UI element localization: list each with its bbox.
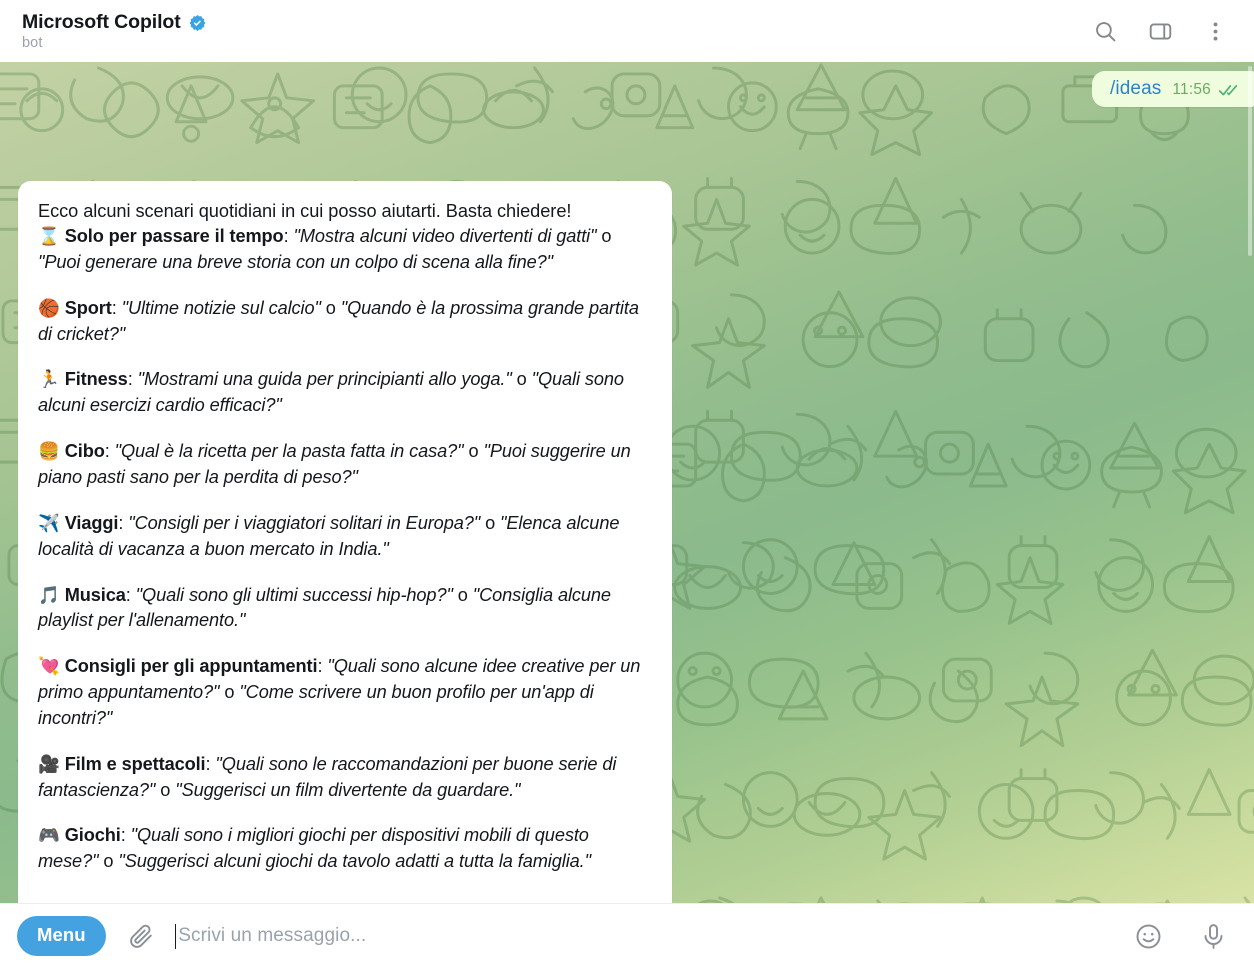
idea-example-quote: "Quali sono gli ultimi successi hip-hop?…	[135, 584, 453, 605]
page-title: Microsoft Copilot	[22, 11, 181, 33]
incoming-message-bubble[interactable]: Ecco alcuni scenari quotidiani in cui po…	[18, 181, 672, 903]
hourglass-emoji: ⌛	[38, 226, 60, 247]
ideas-list: ⌛ Solo per passare il tempo: "Mostra alcu…	[38, 224, 650, 875]
idea-connector: o	[516, 369, 527, 390]
music-note-emoji: 🎵	[38, 584, 60, 605]
idea-item: ⌛ Solo per passare il tempo: "Mostra alcu…	[38, 226, 612, 272]
idea-category-label: Solo per passare il tempo	[64, 226, 284, 247]
idea-category-label: Consigli per gli appuntamenti	[64, 656, 318, 677]
idea-category-label: Cibo	[64, 441, 105, 462]
idea-example-quote: "Qual è la ricetta per la pasta fatta in…	[114, 441, 464, 462]
basketball-emoji: 🏀	[38, 297, 60, 318]
chat-scrollbar[interactable]	[1248, 66, 1252, 256]
idea-category-label: Sport	[64, 297, 112, 318]
paperclip-icon[interactable]	[128, 923, 155, 950]
message-composer: Menu	[0, 903, 1254, 968]
composer-actions	[1114, 922, 1232, 951]
idea-example-quote: "Mostrami una guida per principianti all…	[137, 369, 512, 390]
outgoing-message-row: /ideas 11:56	[1092, 71, 1254, 107]
idea-connector: o	[103, 851, 114, 872]
airplane-emoji: ✈️	[38, 512, 60, 533]
chat-title-row: Microsoft Copilot	[22, 11, 1093, 34]
heart-with-arrow-emoji: 💘	[38, 656, 60, 677]
message-input[interactable]	[178, 925, 1114, 947]
idea-connector: o	[468, 441, 479, 462]
idea-item: 🍔 Cibo: "Qual è la ricetta per la pasta f…	[38, 441, 631, 488]
idea-category-label: Fitness	[64, 369, 128, 390]
idea-example-quote: "Suggerisci alcuni giochi da tavolo adat…	[118, 851, 591, 872]
video-game-emoji: 🎮	[38, 825, 60, 846]
side-panel-icon[interactable]	[1148, 19, 1173, 44]
menu-button[interactable]: Menu	[17, 916, 106, 956]
verified-badge-icon	[189, 14, 206, 31]
text-cursor	[174, 923, 177, 949]
idea-item: 🏀 Sport: "Ultime notizie sul calcio" o "Q…	[38, 297, 639, 344]
more-options-icon[interactable]	[1203, 19, 1228, 44]
command-text[interactable]: /ideas	[1110, 78, 1161, 100]
idea-example-quote: "Consigli per i viaggiatori solitari in …	[128, 512, 481, 533]
message-timestamp: 11:56	[1172, 81, 1211, 98]
idea-item: 🎵 Musica: "Quali sono gli ultimi successi…	[38, 584, 611, 631]
hamburger-emoji: 🍔	[38, 441, 60, 462]
telegram-chat-window: Microsoft Copilot bot /ideas 11:56 Ecco …	[0, 0, 1254, 968]
idea-example-quote: "Puoi generare una breve storia con un c…	[38, 251, 553, 272]
idea-example-quote: "Suggerisci un film divertente da guarda…	[175, 779, 521, 800]
message-intro-text: Ecco alcuni scenari quotidiani in cui po…	[38, 201, 572, 221]
movie-camera-emoji: 🎥	[38, 753, 60, 774]
idea-item: 💘 Consigli per gli appuntamenti: "Quali s…	[38, 656, 641, 728]
chat-scroll-area[interactable]: /ideas 11:56 Ecco alcuni scenari quotidi…	[0, 62, 1254, 903]
idea-example-quote: "Ultime notizie sul calcio"	[121, 297, 321, 318]
idea-category-label: Film e spettacoli	[64, 753, 206, 774]
idea-connector: o	[160, 779, 171, 800]
search-icon[interactable]	[1093, 19, 1118, 44]
chat-header-info[interactable]: Microsoft Copilot bot	[22, 11, 1093, 51]
idea-connector: o	[457, 584, 468, 605]
incoming-message-row: Ecco alcuni scenari quotidiani in cui po…	[18, 181, 672, 903]
idea-connector: o	[224, 682, 235, 703]
outgoing-message-bubble[interactable]: /ideas 11:56	[1092, 71, 1254, 107]
microphone-icon[interactable]	[1199, 922, 1228, 951]
double-check-icon	[1218, 85, 1238, 96]
idea-connector: o	[601, 226, 612, 247]
message-list: /ideas 11:56 Ecco alcuni scenari quotidi…	[0, 62, 1254, 903]
idea-category-label: Viaggi	[64, 512, 119, 533]
chat-header: Microsoft Copilot bot	[0, 0, 1254, 62]
chat-header-actions	[1093, 19, 1238, 44]
idea-item: 🎮 Giochi: "Quali sono i migliori giochi p…	[38, 825, 591, 872]
idea-connector: o	[325, 297, 336, 318]
smiley-icon[interactable]	[1134, 922, 1163, 951]
chat-subtitle: bot	[22, 35, 43, 51]
idea-category-label: Musica	[64, 584, 126, 605]
message-input-wrapper[interactable]	[174, 904, 1114, 968]
runner-emoji: 🏃	[38, 369, 60, 390]
idea-item: 🏃 Fitness: "Mostrami una guida per princi…	[38, 369, 624, 416]
idea-connector: o	[485, 512, 496, 533]
idea-item: 🎥 Film e spettacoli: "Quali sono le racco…	[38, 753, 617, 800]
idea-example-quote: "Mostra alcuni video divertenti di gatti…	[293, 226, 597, 247]
message-meta: 11:56	[1172, 81, 1240, 99]
idea-category-label: Giochi	[64, 825, 121, 846]
idea-item: ✈️ Viaggi: "Consigli per i viaggiatori so…	[38, 512, 620, 559]
